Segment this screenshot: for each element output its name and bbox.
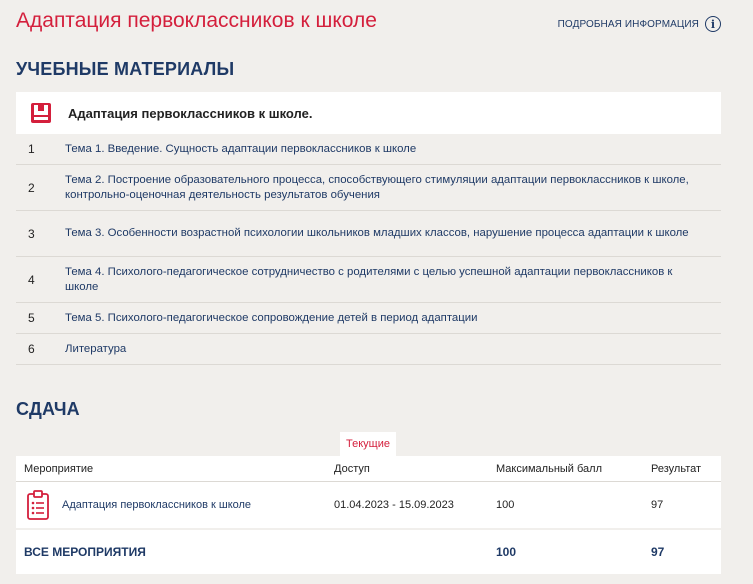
book-icon xyxy=(31,103,51,123)
more-info-link[interactable]: ПОДРОБНАЯ ИНФОРМАЦИЯ i xyxy=(558,16,721,32)
topic-link[interactable]: Тема 2. Построение образовательного проц… xyxy=(65,173,721,203)
topic-link[interactable]: Тема 5. Психолого-педагогическое сопрово… xyxy=(65,311,721,326)
total-row: ВСЕ МЕРОПРИЯТИЯ 100 97 xyxy=(16,530,721,574)
topic-number: 5 xyxy=(28,311,35,325)
topic-number: 2 xyxy=(28,180,35,195)
column-header-event: Мероприятие xyxy=(24,462,94,475)
event-name-link[interactable]: Адаптация первоклассников к школе xyxy=(62,499,251,511)
access-dates: 01.04.2023 - 15.09.2023 xyxy=(334,499,454,511)
table-row: Адаптация первоклассников к школе 01.04.… xyxy=(16,482,721,530)
total-result: 97 xyxy=(651,545,665,559)
topic-link[interactable]: Тема 1. Введение. Сущность адаптации пер… xyxy=(65,142,721,157)
tab-current[interactable]: Текущие xyxy=(340,432,396,456)
info-icon[interactable]: i xyxy=(705,16,721,32)
column-header-max-score: Максимальный балл xyxy=(496,462,602,475)
topic-link[interactable]: Литература xyxy=(65,342,721,357)
column-header-result: Результат xyxy=(651,462,702,475)
exam-table: Мероприятие Доступ Максимальный балл Рез… xyxy=(16,456,721,574)
topic-link[interactable]: Тема 4. Психолого-педагогическое сотрудн… xyxy=(65,265,721,295)
topic-row[interactable]: 4 Тема 4. Психолого-педагогическое сотру… xyxy=(16,257,721,303)
column-header-access: Доступ xyxy=(334,462,370,475)
topic-number: 6 xyxy=(28,342,35,356)
total-max-score: 100 xyxy=(496,545,517,559)
topic-row[interactable]: 2 Тема 2. Построение образовательного пр… xyxy=(16,165,721,211)
topic-number: 1 xyxy=(28,142,35,156)
materials-heading: УЧЕБНЫЕ МАТЕРИАЛЫ xyxy=(16,59,235,79)
topic-link[interactable]: Тема 3. Особенности возрастной психологи… xyxy=(65,226,721,241)
topic-row[interactable]: 6 Литература xyxy=(16,334,721,365)
table-header: Мероприятие Доступ Максимальный балл Рез… xyxy=(16,456,721,482)
course-title: Адаптация первоклассников к школе. xyxy=(68,105,313,121)
topic-row[interactable]: 5 Тема 5. Психолого-педагогическое сопро… xyxy=(16,303,721,334)
topic-list: 1 Тема 1. Введение. Сущность адаптации п… xyxy=(16,134,721,365)
result-value: 97 xyxy=(651,499,664,511)
topic-number: 3 xyxy=(28,226,35,241)
page-title: Адаптация первоклассников к школе xyxy=(16,9,377,32)
course-card: Адаптация первоклассников к школе. xyxy=(16,92,721,134)
max-score-value: 100 xyxy=(496,499,515,511)
exam-heading: СДАЧА xyxy=(16,399,80,419)
clipboard-list-icon xyxy=(27,490,49,520)
topic-number: 4 xyxy=(28,272,35,287)
topic-row[interactable]: 1 Тема 1. Введение. Сущность адаптации п… xyxy=(16,134,721,165)
more-info-label: ПОДРОБНАЯ ИНФОРМАЦИЯ xyxy=(557,18,699,30)
total-label: ВСЕ МЕРОПРИЯТИЯ xyxy=(24,545,146,559)
topic-row[interactable]: 3 Тема 3. Особенности возрастной психоло… xyxy=(16,211,721,257)
event-cell: Адаптация первоклассников к школе xyxy=(16,489,334,521)
